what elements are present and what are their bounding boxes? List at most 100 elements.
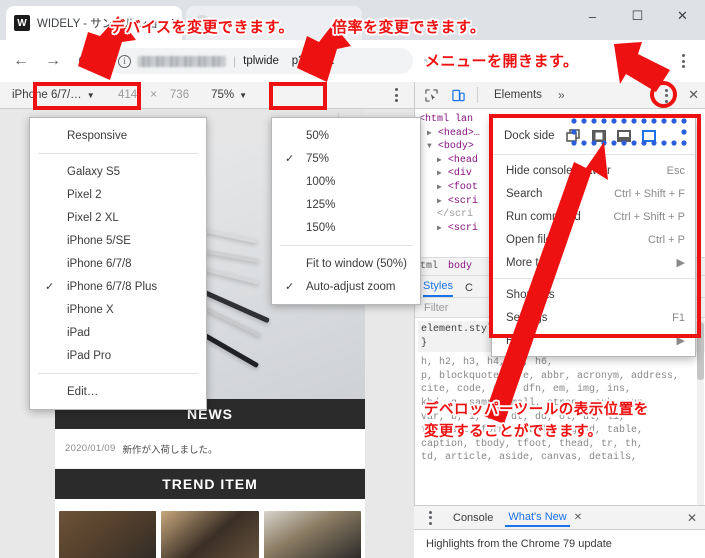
- device-menu-item-ipad-pro[interactable]: iPad Pro: [30, 344, 206, 367]
- devtools-kebab-icon[interactable]: [656, 85, 677, 106]
- breadcrumb-item-html[interactable]: tml: [420, 261, 438, 272]
- reload-icon[interactable]: ⟳: [71, 47, 99, 75]
- menu-item-label: Run command: [506, 210, 581, 223]
- zoom-menu-item-150[interactable]: 150%: [272, 216, 420, 239]
- drawer-tab-console[interactable]: Console: [450, 510, 496, 526]
- menu-item-settings[interactable]: Settings F1: [492, 306, 695, 329]
- viewport-width-input[interactable]: 414: [118, 89, 137, 101]
- menu-item-help[interactable]: Help ▶: [492, 329, 695, 352]
- zoom-menu-label: 75%: [306, 152, 330, 165]
- device-menu-item-iphone-x[interactable]: iPhone X: [30, 298, 206, 321]
- address-bar[interactable]: i | tplwide p33.m…: [108, 48, 413, 74]
- close-window-button[interactable]: ✕: [660, 0, 705, 32]
- device-menu-item-galaxy-s5[interactable]: Galaxy S5: [30, 160, 206, 183]
- dom-line-text: <head>…: [437, 127, 480, 139]
- collapse-arrow-icon[interactable]: ▼: [427, 142, 432, 151]
- devtools-close-icon[interactable]: ✕: [688, 87, 699, 103]
- device-menu-label: iPhone 6/7/8 Plus: [67, 280, 158, 293]
- menu-separator: [492, 154, 695, 155]
- css-scrollbar-thumb[interactable]: [697, 322, 704, 380]
- tab-elements[interactable]: Elements: [485, 89, 551, 101]
- device-menu-item-iphone-678-plus[interactable]: ✓ iPhone 6/7/8 Plus: [30, 275, 206, 298]
- device-emulation-toolbar: iPhone 6/7/… ▼ 414 × 736 75% ▼: [0, 82, 414, 109]
- news-text: 新作が入荷しました。: [122, 444, 218, 456]
- zoom-menu-item-100[interactable]: 100%: [272, 170, 420, 193]
- minimize-button[interactable]: –: [570, 0, 615, 32]
- device-menu-label: iPhone 6/7/8: [67, 257, 132, 270]
- zoom-menu-item-75[interactable]: ✓ 75%: [272, 147, 420, 170]
- device-selector[interactable]: iPhone 6/7/… ▼: [12, 89, 112, 101]
- zoom-menu-label: Fit to window (50%): [306, 257, 407, 270]
- zoom-menu-item-auto-adjust[interactable]: ✓ Auto-adjust zoom: [272, 275, 420, 298]
- device-menu-item-edit[interactable]: Edit…: [30, 380, 206, 403]
- dom-line-text: </scri: [437, 209, 474, 221]
- drawer-tab-whats-new[interactable]: What's New: [505, 509, 570, 527]
- news-item[interactable]: 2020/01/09 新作が入荷しました。: [55, 429, 365, 469]
- zoom-menu-label: Auto-adjust zoom: [306, 280, 396, 293]
- device-menu-item-iphone-678[interactable]: iPhone 6/7/8: [30, 252, 206, 275]
- expand-arrow-icon[interactable]: ▶: [437, 197, 442, 206]
- device-menu-item-pixel-2[interactable]: Pixel 2: [30, 183, 206, 206]
- inspect-element-icon[interactable]: [419, 84, 443, 106]
- viewport-height-input[interactable]: 736: [170, 89, 189, 101]
- device-selector-dropdown: Responsive Galaxy S5 Pixel 2 Pixel 2 XL …: [29, 117, 207, 410]
- device-menu-item-responsive[interactable]: Responsive: [30, 124, 206, 147]
- menu-item-run-command[interactable]: Run command Ctrl + Shift + P: [492, 205, 695, 228]
- browser-window: W WIDELY - サンプルショップ – ☐ ✕ ← → ⟳ i | tplw…: [0, 0, 705, 558]
- device-menu-item-iphone-5-se[interactable]: iPhone 5/SE: [30, 229, 206, 252]
- whats-new-headline: Highlights from the Chrome 79 update: [426, 538, 612, 550]
- dom-line-text: <html lan: [419, 114, 474, 125]
- toggle-device-toolbar-icon[interactable]: [446, 84, 470, 106]
- dock-right-icon[interactable]: [641, 129, 657, 143]
- back-icon[interactable]: ←: [7, 47, 35, 75]
- page-info-icon[interactable]: i: [118, 54, 131, 68]
- menu-item-open-file[interactable]: Open file Ctrl + P: [492, 228, 695, 251]
- dock-bottom-icon[interactable]: [616, 129, 632, 143]
- device-toolbar-kebab-icon[interactable]: [385, 82, 407, 108]
- zoom-menu-item-125[interactable]: 125%: [272, 193, 420, 216]
- tab-computed[interactable]: C: [465, 282, 473, 297]
- zoom-selector-label: 75%: [211, 89, 235, 101]
- close-tab-icon[interactable]: ✕: [574, 512, 582, 523]
- menu-item-shortcut: Esc: [666, 164, 685, 177]
- menu-item-shortcuts[interactable]: Shortcuts: [492, 283, 695, 306]
- undock-window-icon[interactable]: [565, 129, 582, 143]
- maximize-button[interactable]: ☐: [615, 0, 660, 32]
- zoom-selector[interactable]: 75% ▼: [211, 89, 247, 101]
- more-tabs-icon[interactable]: »: [554, 88, 569, 102]
- devtools-tab-bar: Elements » ✕: [415, 82, 705, 109]
- zoom-menu-item-fit-to-window[interactable]: Fit to window (50%): [272, 252, 420, 275]
- close-drawer-icon[interactable]: ✕: [687, 511, 697, 525]
- menu-item-more-tools[interactable]: More tools ▶: [492, 251, 695, 274]
- menu-item-shortcut: Ctrl + Shift + P: [613, 210, 685, 223]
- dock-left-icon[interactable]: [591, 129, 607, 143]
- expand-arrow-icon[interactable]: ▶: [437, 183, 442, 192]
- window-controls: – ☐ ✕: [570, 0, 705, 32]
- menu-item-shortcut: F1: [672, 311, 685, 324]
- menu-item-search[interactable]: Search Ctrl + Shift + F: [492, 182, 695, 205]
- expand-arrow-icon[interactable]: ▶: [427, 129, 432, 138]
- expand-arrow-icon[interactable]: ▶: [437, 169, 442, 178]
- chrome-menu-icon[interactable]: [672, 48, 694, 74]
- zoom-menu-item-50[interactable]: 50%: [272, 124, 420, 147]
- tab-favicon-widely: W: [14, 15, 30, 31]
- device-menu-label: iPhone 5/SE: [67, 234, 131, 247]
- device-menu-label: Pixel 2 XL: [67, 211, 119, 224]
- trend-item-belt[interactable]: [161, 511, 259, 558]
- device-menu-item-pixel-2-xl[interactable]: Pixel 2 XL: [30, 206, 206, 229]
- zoom-selector-dropdown: 50% ✓ 75% 100% 125% 150% Fit to window (…: [271, 117, 421, 305]
- tab-styles[interactable]: Styles: [423, 280, 453, 297]
- trend-item-camera[interactable]: [263, 511, 361, 558]
- styles-filter-placeholder: Filter: [424, 301, 449, 314]
- device-menu-label: Pixel 2: [67, 188, 102, 201]
- drawer-kebab-icon[interactable]: [419, 508, 441, 528]
- expand-arrow-icon[interactable]: ▶: [437, 156, 442, 165]
- breadcrumb-item-body[interactable]: body: [448, 261, 472, 272]
- device-menu-item-ipad[interactable]: iPad: [30, 321, 206, 344]
- trend-item-watch[interactable]: [59, 511, 157, 558]
- expand-arrow-icon[interactable]: ▶: [437, 224, 442, 233]
- menu-separator-2: [38, 373, 198, 374]
- menu-item-label: More tools: [506, 256, 560, 269]
- forward-icon[interactable]: →: [39, 47, 67, 75]
- menu-item-hide-console-drawer[interactable]: Hide console drawer Esc: [492, 159, 695, 182]
